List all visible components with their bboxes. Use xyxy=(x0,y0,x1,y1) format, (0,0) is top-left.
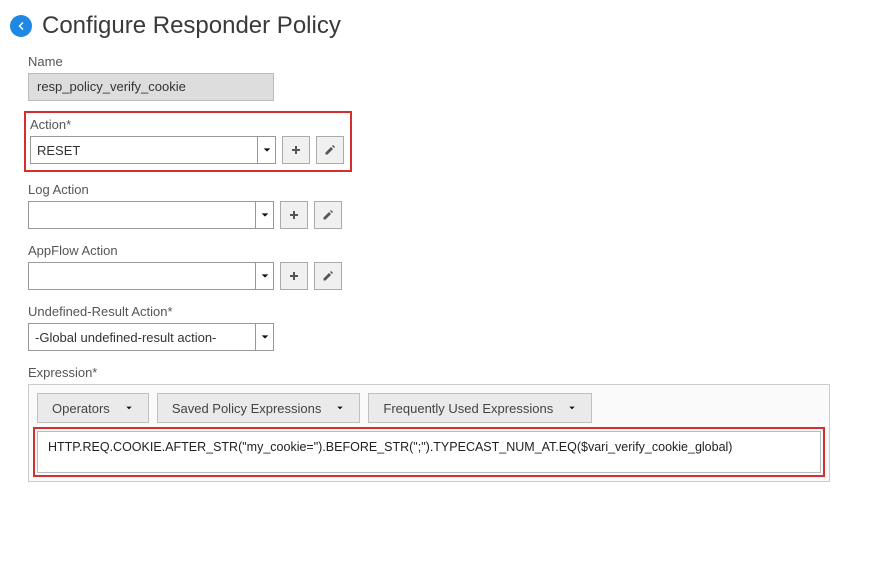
pencil-icon xyxy=(324,144,336,156)
chevron-down-icon xyxy=(255,202,273,228)
saved-expressions-dropdown[interactable]: Saved Policy Expressions xyxy=(157,393,361,423)
chevron-down-icon xyxy=(255,263,273,289)
plus-icon xyxy=(288,270,300,282)
log-action-edit-button[interactable] xyxy=(314,201,342,229)
log-action-add-button[interactable] xyxy=(280,201,308,229)
expression-input[interactable]: HTTP.REQ.COOKIE.AFTER_STR("my_cookie=").… xyxy=(37,431,821,473)
operators-dropdown[interactable]: Operators xyxy=(37,393,149,423)
plus-icon xyxy=(290,144,302,156)
appflow-action-edit-button[interactable] xyxy=(314,262,342,290)
action-add-button[interactable] xyxy=(282,136,310,164)
caret-down-icon xyxy=(120,394,138,422)
form: Name resp_policy_verify_cookie Action* R… xyxy=(0,48,840,506)
frequent-expressions-dropdown-label: Frequently Used Expressions xyxy=(383,401,553,416)
arrow-left-icon xyxy=(15,20,27,32)
action-select-value: RESET xyxy=(37,143,80,158)
page-title: Configure Responder Policy xyxy=(42,12,341,40)
chevron-down-icon xyxy=(255,324,273,350)
log-action-select[interactable] xyxy=(28,201,274,229)
saved-expressions-dropdown-label: Saved Policy Expressions xyxy=(172,401,322,416)
log-action-label: Log Action xyxy=(28,182,830,197)
back-button[interactable] xyxy=(10,15,32,37)
undefined-result-action-value: -Global undefined-result action- xyxy=(35,330,216,345)
caret-down-icon xyxy=(331,394,349,422)
appflow-action-label: AppFlow Action xyxy=(28,243,830,258)
appflow-action-select[interactable] xyxy=(28,262,274,290)
expression-block: Operators Saved Policy Expressions Frequ… xyxy=(28,384,830,482)
chevron-down-icon xyxy=(257,137,275,163)
action-select[interactable]: RESET xyxy=(30,136,276,164)
frequent-expressions-dropdown[interactable]: Frequently Used Expressions xyxy=(368,393,592,423)
caret-down-icon xyxy=(563,394,581,422)
pencil-icon xyxy=(322,270,334,282)
action-label: Action* xyxy=(30,117,344,132)
pencil-icon xyxy=(322,209,334,221)
action-edit-button[interactable] xyxy=(316,136,344,164)
undefined-result-action-select[interactable]: -Global undefined-result action- xyxy=(28,323,274,351)
expression-label: Expression* xyxy=(28,365,830,380)
name-field: resp_policy_verify_cookie xyxy=(28,73,274,101)
appflow-action-add-button[interactable] xyxy=(280,262,308,290)
plus-icon xyxy=(288,209,300,221)
undefined-result-action-label: Undefined-Result Action* xyxy=(28,304,830,319)
operators-dropdown-label: Operators xyxy=(52,401,110,416)
name-label: Name xyxy=(28,54,830,69)
